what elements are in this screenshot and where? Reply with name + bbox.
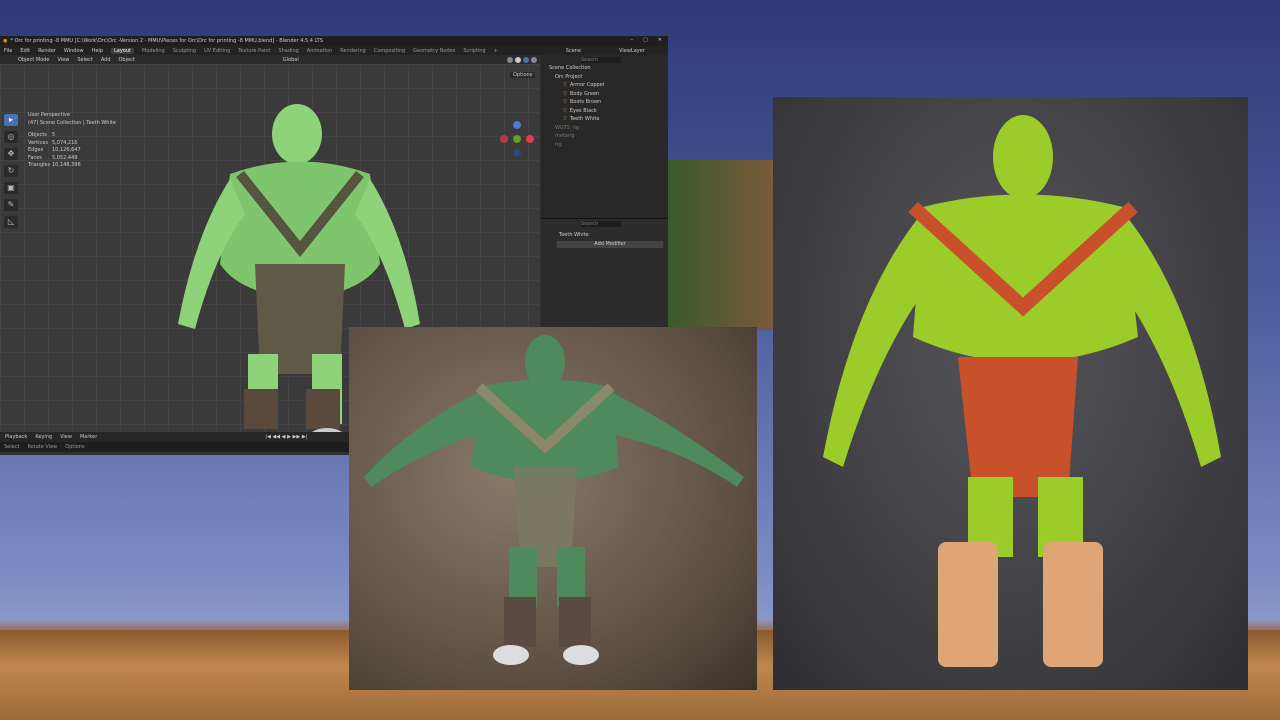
tool-shelf: ▸ ◎ ✥ ↻ ▣ ✎ ◺	[4, 114, 20, 228]
rotate-tool-icon[interactable]: ↻	[4, 165, 18, 177]
menu-file[interactable]: File	[4, 48, 12, 54]
stat-value: 10,148,396	[52, 162, 81, 168]
tab-texture-paint[interactable]: Texture Paint	[238, 48, 270, 54]
menu-window[interactable]: Window	[64, 48, 84, 54]
orientation-selector[interactable]: Global	[283, 57, 299, 63]
tab-modeling[interactable]: Modeling	[142, 48, 165, 54]
menu-render[interactable]: Render	[38, 48, 56, 54]
object-menu[interactable]: Object	[119, 57, 135, 63]
printed-orc-figure	[823, 115, 1221, 667]
move-tool-icon[interactable]: ✥	[4, 148, 18, 160]
tab-sculpting[interactable]: Sculpting	[173, 48, 196, 54]
stat-label: Objects	[28, 132, 47, 138]
title-bar: ● * Orc for printing -8 MMU [C:\Work\Orc…	[0, 36, 668, 46]
outliner-item[interactable]: WGTS_rig	[555, 125, 579, 131]
keying-menu[interactable]: Keying	[35, 434, 52, 440]
cursor-tool-icon[interactable]: ◎	[4, 131, 18, 143]
status-bar: Select Rotate View Options	[0, 442, 350, 452]
tab-compositing[interactable]: Compositing	[374, 48, 405, 54]
mesh-icon: ▽	[563, 99, 567, 106]
mesh-icon: ▽	[563, 90, 567, 97]
options-button[interactable]: Options	[510, 72, 536, 78]
status-select: Select	[4, 444, 20, 450]
stat-label: Edges	[28, 147, 44, 153]
stat-value: 10,126,647	[52, 147, 81, 153]
mesh-icon: ▽	[563, 107, 567, 114]
render-image	[349, 327, 757, 690]
select-tool-icon[interactable]: ▸	[4, 114, 18, 126]
object-name: Teeth White	[559, 232, 589, 238]
timeline-view-menu[interactable]: View	[60, 434, 72, 440]
stat-label: Faces	[28, 154, 42, 161]
mesh-icon: ▽	[563, 116, 567, 123]
stat-label: Vertices	[28, 139, 48, 146]
menu-bar: File Edit Render Window Help Layout Mode…	[0, 46, 668, 55]
tab-scripting[interactable]: Scripting	[463, 48, 485, 54]
stat-value: 5,052,449	[52, 154, 78, 161]
rendered-orc	[364, 335, 744, 665]
tab-rendering[interactable]: Rendering	[340, 48, 366, 54]
outliner-search[interactable]: Search	[581, 56, 621, 63]
add-workspace-button[interactable]: +	[494, 48, 498, 54]
close-button[interactable]: ✕	[658, 37, 662, 43]
outliner: Search Scene Collection Orc Project ▽ Arm…	[541, 55, 668, 232]
mode-selector[interactable]: Object Mode	[18, 57, 50, 63]
tab-shading[interactable]: Shading	[278, 48, 298, 54]
outliner-item[interactable]: metarig	[555, 133, 575, 139]
window-title: * Orc for printing -8 MMU [C:\Work\Orc\O…	[10, 38, 323, 44]
viewport-stats: User Perspective (47) Scene Collection |…	[28, 112, 116, 170]
menu-help[interactable]: Help	[92, 48, 103, 54]
select-menu[interactable]: Select	[77, 57, 92, 63]
outliner-item[interactable]: Eyes Black	[570, 108, 597, 114]
background-orc-image	[668, 160, 773, 330]
tab-geometry-nodes[interactable]: Geometry Nodes	[413, 48, 455, 54]
blender-logo-icon: ●	[3, 38, 8, 44]
scene-selector[interactable]: Scene	[566, 48, 581, 54]
stat-label: Triangles	[28, 162, 51, 168]
view-layer-selector[interactable]: ViewLayer	[619, 48, 645, 54]
printed-orc-photo	[773, 97, 1248, 690]
viewport-header: Object Mode View Select Add Object Globa…	[0, 55, 540, 64]
status-rotate-view: Rotate View	[27, 444, 58, 450]
tab-animation[interactable]: Animation	[307, 48, 333, 54]
outliner-item[interactable]: rig	[555, 142, 562, 148]
maximize-button[interactable]: ▢	[643, 37, 648, 43]
add-menu[interactable]: Add	[101, 57, 111, 63]
stat-value: 5	[52, 132, 56, 138]
properties-editor: Search Teeth White Add Modifier	[541, 218, 668, 328]
shading-buttons[interactable]	[506, 56, 537, 63]
measure-tool-icon[interactable]: ◺	[4, 216, 18, 228]
minimize-button[interactable]: –	[631, 37, 634, 43]
status-options: Options	[65, 444, 85, 450]
outliner-item[interactable]: Orc Project	[555, 74, 582, 80]
outliner-item[interactable]: Teeth White	[570, 116, 600, 122]
scale-tool-icon[interactable]: ▣	[4, 182, 18, 194]
marker-menu[interactable]: Marker	[80, 434, 97, 440]
properties-search[interactable]: Search	[581, 221, 621, 227]
timeline-header: Playback Keying View Marker |◀ ◀◀ ◀ ▶ ▶▶…	[0, 432, 350, 442]
annotate-tool-icon[interactable]: ✎	[4, 199, 18, 211]
perspective-label: User Perspective	[28, 112, 70, 118]
tab-uv-editing[interactable]: UV Editing	[204, 48, 230, 54]
stat-value: 5,074,216	[52, 139, 78, 146]
outliner-item[interactable]: Armor Copper	[570, 82, 605, 88]
outliner-item[interactable]: Boots Brown	[570, 99, 601, 105]
menu-edit[interactable]: Edit	[20, 48, 30, 54]
add-modifier-button[interactable]: Add Modifier	[557, 241, 663, 248]
playback-menu[interactable]: Playback	[5, 434, 27, 440]
view-menu[interactable]: View	[58, 57, 70, 63]
collection-label: (47) Scene Collection | Teeth White	[28, 119, 116, 126]
scene-collection[interactable]: Scene Collection	[549, 65, 591, 71]
tab-layout[interactable]: Layout	[111, 47, 134, 54]
navigation-gizmo	[500, 121, 534, 157]
outliner-item[interactable]: Body Green	[570, 91, 599, 97]
transport-controls[interactable]: |◀ ◀◀ ◀ ▶ ▶▶ ▶|	[265, 434, 307, 440]
mesh-icon: ▽	[563, 82, 567, 89]
